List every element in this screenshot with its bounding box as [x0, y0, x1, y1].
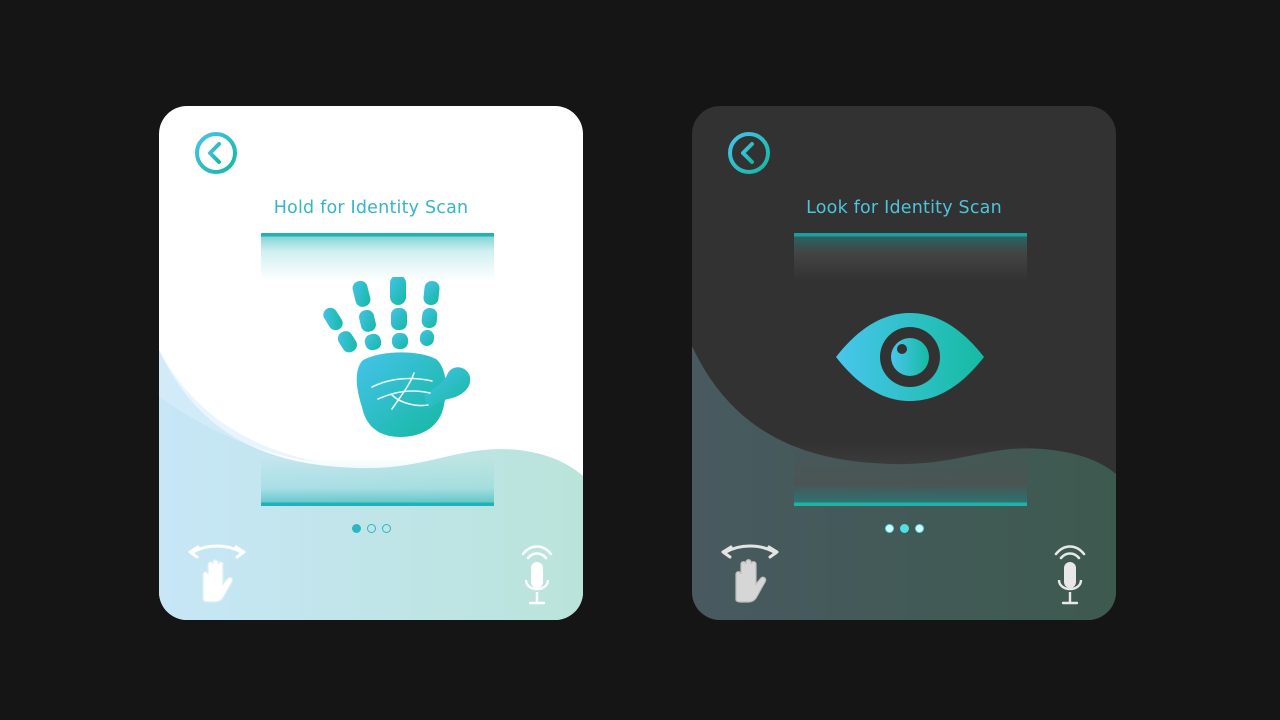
- gesture-control-button[interactable]: [187, 540, 247, 604]
- microphone-icon: [1054, 545, 1086, 605]
- page-dot-3[interactable]: [914, 524, 924, 533]
- scan-title: Hold for Identity Scan: [273, 198, 469, 218]
- back-arrow-icon: [728, 132, 770, 174]
- back-arrow-icon: [195, 132, 237, 174]
- eye-icon: [836, 313, 984, 401]
- hand-print-icon: [323, 277, 471, 437]
- scan-line-top: [261, 233, 494, 281]
- page-dot-1[interactable]: [351, 524, 361, 533]
- scan-line-bottom: [261, 458, 494, 506]
- page-dot-2[interactable]: [366, 524, 376, 533]
- back-button[interactable]: [194, 131, 238, 175]
- scan-frame: [261, 233, 494, 506]
- page-indicator: [159, 524, 583, 533]
- page-dot-3[interactable]: [381, 524, 391, 533]
- scan-frame: [794, 233, 1027, 506]
- page-dot-2[interactable]: [899, 524, 909, 533]
- page-dot-1[interactable]: [884, 524, 894, 533]
- palm-scan-card: Hold for Identity Scan: [159, 106, 583, 620]
- page-indicator: [692, 524, 1116, 533]
- scan-title: Look for Identity Scan: [806, 198, 1002, 218]
- swipe-hand-icon: [721, 544, 779, 603]
- iris-scan-card: Look for Identity Scan: [692, 106, 1116, 620]
- back-button[interactable]: [727, 131, 771, 175]
- voice-input-button[interactable]: [1052, 542, 1088, 608]
- gesture-control-button[interactable]: [720, 540, 780, 604]
- voice-input-button[interactable]: [519, 542, 555, 608]
- microphone-icon: [521, 545, 553, 605]
- scan-line-top: [794, 233, 1027, 281]
- scan-line-bottom: [794, 442, 1027, 506]
- swipe-hand-icon: [188, 544, 246, 603]
